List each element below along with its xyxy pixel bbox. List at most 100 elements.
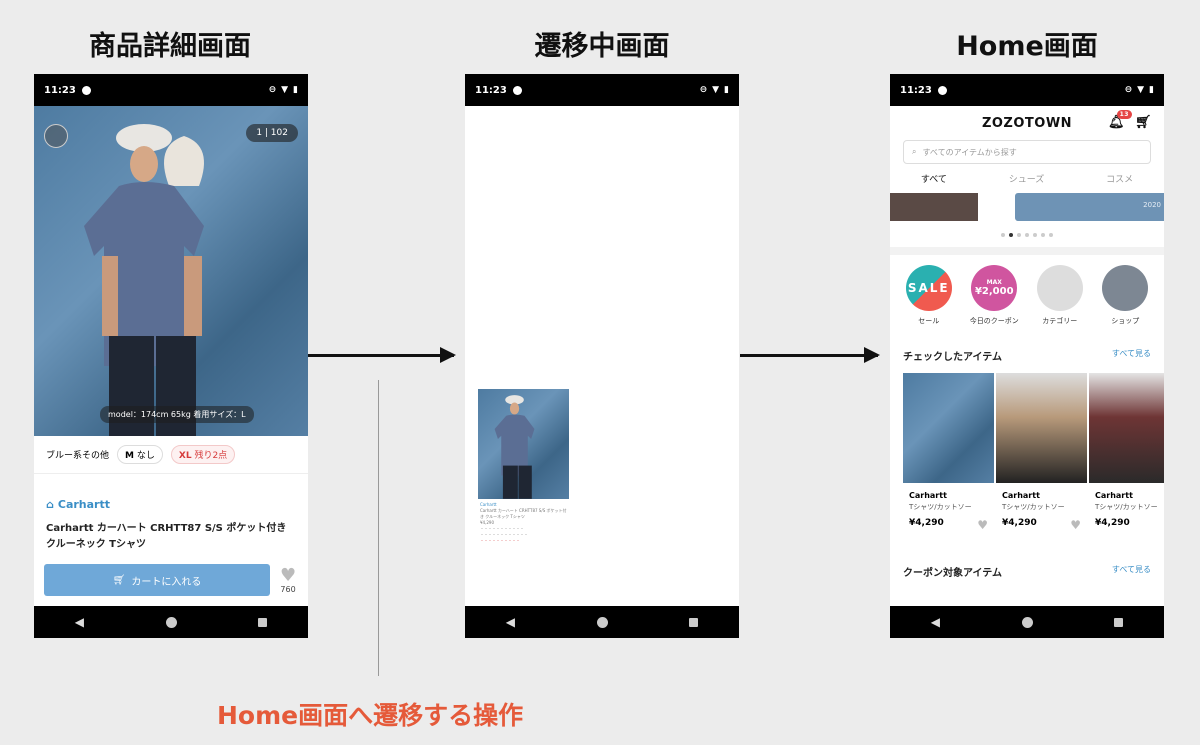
size-xl-label: XL (178, 451, 192, 461)
search-placeholder: すべてのアイテムから探す (922, 147, 1017, 157)
favorite-count: 760 (280, 584, 296, 594)
card-category: Tシャツ/カットソー (909, 503, 972, 511)
cart-row: 🛒︎ カートに入れる ♥ 760 (44, 564, 296, 596)
card-brand: Carhartt (909, 491, 947, 500)
shortcut-label: 今日のクーポン (969, 317, 1019, 325)
status-time: 11:23 (900, 84, 932, 96)
section-title: チェックしたアイテム (903, 352, 1002, 363)
size-m-chip[interactable]: M なし (117, 445, 163, 464)
arrow-transition-to-home (740, 347, 880, 363)
notification-button[interactable]: 🔔︎ 13 (1108, 110, 1132, 130)
size-xl-chip[interactable]: XL 残り2点 (170, 445, 236, 464)
shortcut-shop[interactable]: ショップ (1095, 265, 1155, 326)
banner-right: 2020 (1015, 193, 1164, 221)
product-title: Carhartt カーハート CRHTT87 S/S ポケット付き クルーネック… (46, 523, 287, 550)
favorite-button[interactable]: ♥ 760 (280, 566, 296, 594)
category-tabs: すべて シューズ コスメ (890, 172, 1164, 189)
battery-icon: ▮ (293, 85, 298, 95)
coupon-max: MAX (986, 279, 1002, 286)
system-nav-bar: ◀ (34, 606, 308, 638)
shrinking-product-image (478, 389, 569, 499)
see-all-link[interactable]: すべて見る (1112, 564, 1151, 579)
notification-badge: 13 (1116, 110, 1132, 119)
checked-items-header: チェックしたアイテム すべて見る (890, 348, 1164, 363)
carousel-dot (1001, 233, 1005, 237)
dnd-icon: ⊖ (268, 85, 277, 95)
card-price: ¥4,290 (1002, 518, 1037, 528)
back-icon[interactable]: ◀ (75, 615, 84, 629)
card-image (996, 373, 1087, 483)
image-search-button[interactable] (44, 124, 68, 148)
search-icon: ⌕ (912, 147, 917, 156)
search-input[interactable]: ⌕ すべてのアイテムから探す (903, 140, 1151, 164)
home-screen-heading: Home画面 (956, 31, 1098, 62)
carousel-dots (890, 233, 1164, 237)
carousel-dot (1049, 233, 1053, 237)
see-all-link[interactable]: すべて見る (1112, 348, 1151, 363)
heart-icon[interactable]: ♥ (977, 518, 988, 532)
product-card[interactable]: Carhartt Tシャツ/カットソー ¥4,290 ♥ (996, 373, 1087, 538)
product-card[interactable]: Carhartt Tシャツ/カットソー ¥4,290 ♥ (903, 373, 994, 538)
carousel-dot (1033, 233, 1037, 237)
card-price-row: ¥4,290 ♥ (903, 512, 994, 538)
tab-all[interactable]: すべて (921, 172, 947, 185)
card-price: ¥4,290 (909, 518, 944, 528)
product-card[interactable]: Carhartt Tシャツ/カットソー ¥4,290 (1089, 373, 1164, 538)
transition-screen-heading: 遷移中画面 (534, 31, 670, 62)
battery-icon: ▮ (1149, 85, 1154, 95)
shortcut-category[interactable]: カテゴリー (1030, 265, 1090, 326)
size-selector: ブルー系その他 M なし XL 残り2点 (34, 436, 308, 474)
mini-line-3: ・・・・・・・・・・ (480, 538, 520, 543)
wifi-icon: ▼ (281, 85, 289, 95)
carousel-dot (1041, 233, 1045, 237)
card-brand: Carhartt (1002, 491, 1040, 500)
carousel-dot (1017, 233, 1021, 237)
add-to-cart-button[interactable]: 🛒︎ カートに入れる (44, 564, 270, 596)
status-time: 11:23 (44, 84, 76, 96)
detail-screen-heading: 商品詳細画面 (89, 31, 251, 62)
brand-link[interactable]: ⌂ Carhartt (34, 474, 308, 517)
recents-icon[interactable] (258, 617, 268, 627)
recents-icon[interactable] (689, 617, 699, 627)
back-icon[interactable]: ◀ (506, 615, 515, 629)
cart-icon[interactable]: 🛒︎ (1135, 115, 1152, 130)
coupon-items-header: クーポン対象アイテム すべて見る (890, 564, 1164, 579)
shop-icon (1102, 265, 1149, 311)
card-price: ¥4,290 (1095, 518, 1130, 528)
shortcut-sale[interactable]: SALE セール (899, 265, 959, 326)
battery-icon: ▮ (724, 85, 729, 95)
wifi-icon: ▼ (1137, 85, 1145, 95)
model-figure (84, 124, 204, 436)
brand-name: Carhartt (57, 498, 110, 511)
banner-carousel[interactable]: 2020 (890, 193, 1164, 223)
shortcut-circles: SALE セール MAX ¥2,000 今日のクーポン カテゴリー ショップ (890, 255, 1164, 326)
dnd-icon: ⊖ (1124, 85, 1133, 95)
operation-caption: Home画面へ遷移する操作 (217, 701, 524, 730)
tab-shoes[interactable]: シューズ (1009, 172, 1045, 185)
dnd-icon: ⊖ (699, 85, 708, 95)
home-nav-icon[interactable] (165, 616, 177, 628)
card-image (903, 373, 994, 483)
status-time: 11:23 (475, 84, 507, 96)
image-page-indicator: 1 | 102 (246, 124, 298, 142)
detail-phone: 11:23 ⊖ ▼ ▮ 1 | 102 model：174cm 65kg 着用サイズ… (34, 74, 308, 638)
shortcut-label: カテゴリー (1042, 317, 1078, 325)
status-bar: 11:23 ⊖ ▼ ▮ (465, 74, 739, 106)
header-actions: 🔔︎ 13 🛒︎ (1108, 110, 1152, 130)
home-nav-icon[interactable] (1021, 616, 1033, 628)
size-xl-stock: 残り2点 (194, 451, 228, 461)
home-nav-icon[interactable] (596, 616, 608, 628)
back-icon[interactable]: ◀ (931, 615, 940, 629)
shortcut-coupon[interactable]: MAX ¥2,000 今日のクーポン (964, 265, 1024, 326)
app-icon (937, 85, 947, 95)
recents-icon[interactable] (1114, 617, 1124, 627)
banner-left (890, 193, 978, 221)
carousel-dot (1025, 233, 1029, 237)
heart-icon[interactable]: ♥ (1070, 518, 1081, 532)
section-title: クーポン対象アイテム (903, 568, 1002, 579)
gesture-indicator-line (378, 380, 379, 676)
system-nav-bar: ◀ (465, 606, 739, 638)
product-image[interactable]: 1 | 102 model：174cm 65kg 着用サイズ：L (34, 106, 308, 436)
tab-cosme[interactable]: コスメ (1106, 172, 1133, 185)
model-figure (494, 395, 535, 499)
